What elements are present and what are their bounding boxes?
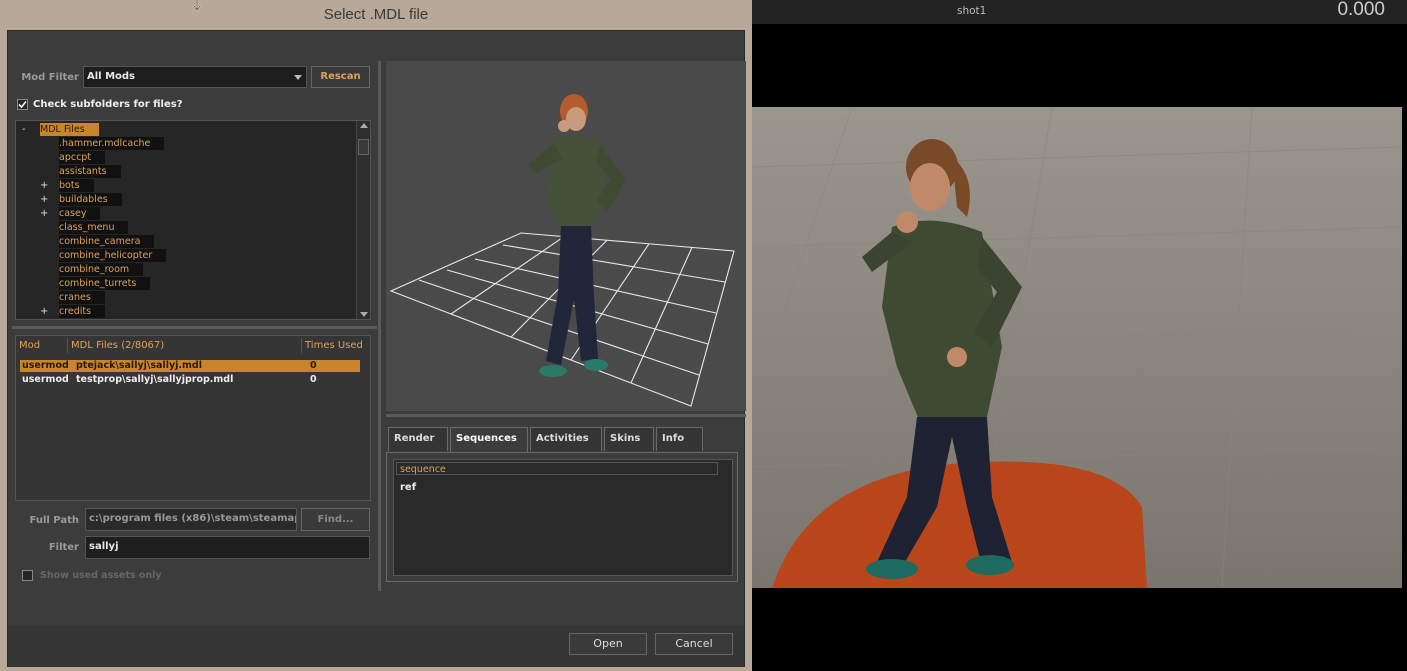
- show-used-label: Show used assets only: [40, 570, 162, 581]
- tree-item[interactable]: assistants: [16, 165, 356, 178]
- tree-item-label: combine_room: [59, 263, 144, 276]
- check-subfolders-label: Check subfolders for files?: [33, 99, 183, 110]
- file-row[interactable]: usermod ptejack\sallyj\sallyj.mdl 0: [20, 360, 360, 372]
- tree-item-label: apccpt: [59, 151, 106, 164]
- chevron-down-icon: [294, 75, 302, 80]
- file-cell-file: testprop\sallyj\sallyjprop.mdl: [76, 374, 234, 385]
- file-cell-file: ptejack\sallyj\sallyj.mdl: [76, 360, 202, 371]
- check-subfolders-checkbox[interactable]: [17, 99, 28, 110]
- file-cell-mod: usermod: [22, 374, 69, 385]
- tree-item-label: casey: [59, 207, 101, 220]
- dialog-body: Mod Filter All Mods Rescan Check subfold…: [7, 30, 746, 667]
- tree-scroll-thumb[interactable]: [358, 139, 369, 155]
- tree-item-label: combine_turrets: [59, 277, 151, 290]
- mdl-file-list[interactable]: Mod MDL Files (2/8067) Times Used usermo…: [15, 335, 371, 501]
- filter-input[interactable]: sallyj: [85, 536, 370, 559]
- tree-item-label: combine_helicopter: [59, 249, 167, 262]
- checkmark-icon: [18, 100, 27, 109]
- viewport-header: shot1 0.000: [752, 0, 1407, 24]
- expand-icon[interactable]: +: [40, 305, 50, 318]
- model-preview[interactable]: [386, 61, 746, 411]
- file-cell-mod: usermod: [22, 360, 69, 371]
- tree-item[interactable]: + bots: [16, 179, 356, 192]
- sequence-column-header[interactable]: sequence: [396, 462, 718, 475]
- filter-label: Filter: [48, 542, 79, 553]
- tree-item-label: bots: [59, 179, 94, 192]
- sequence-list[interactable]: sequence ref: [393, 459, 733, 576]
- file-cell-used: 0: [310, 360, 317, 371]
- select-mdl-dialog: Select .MDL file Mod Filter All Mods Res…: [0, 0, 752, 671]
- tab-sequences[interactable]: Sequences: [450, 427, 528, 453]
- find-button[interactable]: Find...: [301, 508, 370, 531]
- tree-item[interactable]: combine_room: [16, 263, 356, 276]
- tree-item-label: .hammer.mdlcache: [59, 137, 165, 150]
- scene-viewport[interactable]: shot1 0.000: [752, 0, 1407, 671]
- tree-list-splitter[interactable]: [12, 326, 377, 329]
- sequences-panel: sequence ref: [386, 452, 738, 582]
- tree-item-label: assistants: [59, 165, 121, 178]
- mod-filter-value: All Mods: [87, 71, 136, 82]
- tree-item-label: buildables: [59, 193, 122, 206]
- col-header-times-used[interactable]: Times Used: [302, 338, 370, 353]
- viewport-render: [752, 107, 1402, 588]
- mod-filter-select[interactable]: All Mods: [83, 66, 307, 88]
- preview-render: [389, 94, 735, 407]
- tree-item[interactable]: + buildables: [16, 193, 356, 206]
- tree-item-label: combine_camera: [59, 235, 155, 248]
- full-path-field: c:\program files (x86)\steam\steamapps: [85, 508, 297, 531]
- tree-item[interactable]: cranes: [16, 291, 356, 304]
- tree-item[interactable]: combine_turrets: [16, 277, 356, 290]
- tree-item[interactable]: combine_camera: [16, 235, 356, 248]
- info-tabs: Render Sequences Activities Skins Info: [386, 427, 746, 453]
- shot-name: shot1: [957, 5, 987, 17]
- tree-root[interactable]: - MDL Files: [16, 123, 356, 136]
- tab-render[interactable]: Render: [388, 427, 448, 451]
- tree-item[interactable]: apccpt: [16, 151, 356, 164]
- rescan-button[interactable]: Rescan: [311, 66, 370, 88]
- tree-item[interactable]: + casey: [16, 207, 356, 220]
- expand-icon[interactable]: +: [40, 193, 50, 206]
- tree-item-label: class_menu: [59, 221, 129, 234]
- scene-render: [752, 107, 1402, 588]
- file-cell-used: 0: [310, 374, 317, 385]
- col-header-mod[interactable]: Mod: [16, 338, 68, 353]
- tree-scrollbar[interactable]: [356, 121, 370, 319]
- tree-item[interactable]: + credits: [16, 305, 356, 318]
- scroll-up-icon[interactable]: [360, 123, 368, 128]
- timecode: 0.000: [1337, 0, 1385, 20]
- tree-item[interactable]: class_menu: [16, 221, 356, 234]
- dialog-title: Select .MDL file: [323, 6, 429, 23]
- tree-item[interactable]: combine_helicopter: [16, 249, 356, 262]
- tab-info[interactable]: Info: [656, 427, 703, 451]
- show-used-checkbox[interactable]: [22, 570, 33, 581]
- tree-item-label: credits: [59, 305, 106, 318]
- preview-tabs-splitter[interactable]: [386, 414, 746, 417]
- tab-skins[interactable]: Skins: [604, 427, 654, 451]
- mod-filter-label: Mod Filter: [21, 72, 79, 83]
- full-path-label: Full Path: [29, 515, 80, 526]
- mouse-cursor-icon: [193, 0, 201, 12]
- tree-root-label: MDL Files: [40, 123, 99, 136]
- mdl-folder-tree[interactable]: - MDL Files .hammer.mdlcache apccpt assist…: [15, 120, 371, 320]
- cancel-button[interactable]: Cancel: [655, 633, 733, 655]
- character-model: [528, 94, 626, 377]
- tree-item[interactable]: .hammer.mdlcache: [16, 137, 356, 150]
- col-header-mdl-files[interactable]: MDL Files (2/8067): [68, 338, 302, 353]
- dialog-button-bar: Open Cancel: [8, 626, 744, 667]
- collapse-icon[interactable]: -: [22, 123, 32, 136]
- scroll-down-icon[interactable]: [360, 312, 368, 317]
- sequence-item[interactable]: ref: [400, 482, 416, 493]
- open-button[interactable]: Open: [569, 633, 647, 655]
- tree-item-label: cranes: [59, 291, 105, 304]
- tab-activities[interactable]: Activities: [530, 427, 602, 451]
- left-right-splitter[interactable]: [378, 61, 381, 591]
- expand-icon[interactable]: +: [40, 179, 50, 192]
- expand-icon[interactable]: +: [40, 207, 50, 220]
- file-row[interactable]: usermod testprop\sallyj\sallyjprop.mdl 0: [20, 374, 360, 386]
